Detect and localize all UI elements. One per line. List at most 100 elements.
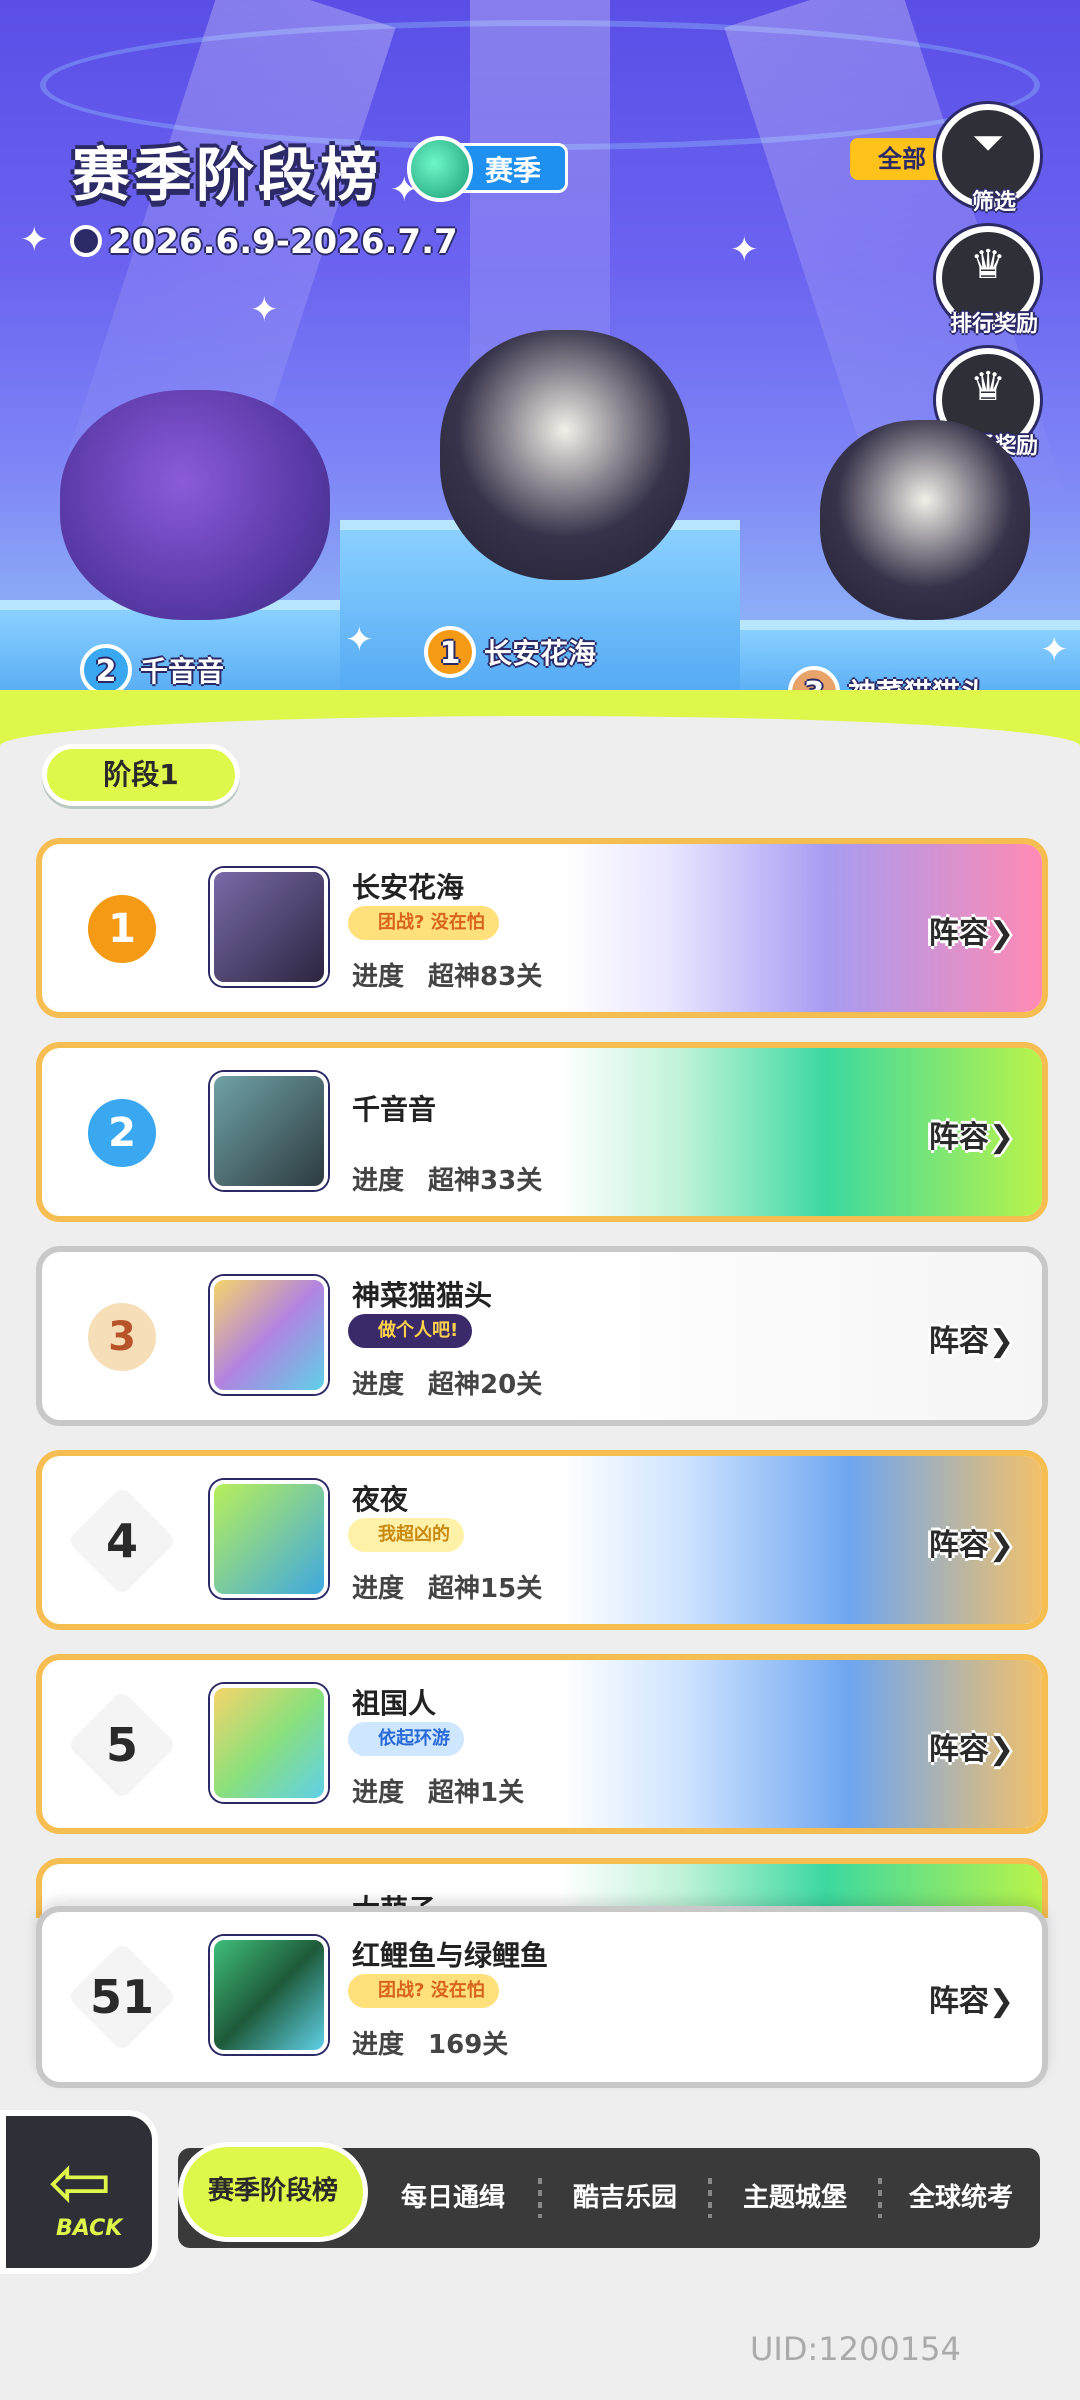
progress-label: 进度: [352, 1574, 405, 1604]
rank-reward-button[interactable]: ♛ 排行奖励: [936, 226, 1040, 337]
avatar: [210, 1276, 328, 1394]
podium-character-third[interactable]: [820, 420, 1030, 620]
clock-icon: [70, 225, 102, 257]
lineup-button[interactable]: 阵容❯: [929, 1976, 1014, 2020]
rank-badge: 4: [66, 1485, 178, 1597]
title-tag: 我超凶的: [348, 1518, 464, 1552]
rank-badge: 2: [72, 1088, 172, 1178]
bottom-tab-bar: 赛季阶段榜 每日通缉 酷吉乐园 主题城堡 全球统考: [178, 2142, 1040, 2248]
leaderboard-row[interactable]: 2 千音音 进度 超神33关 阵容❯: [36, 1042, 1048, 1222]
rank-2-medal: 2: [80, 644, 132, 696]
tab-kuji-park[interactable]: 酷吉乐园: [542, 2148, 708, 2248]
rank-number: 51: [89, 1970, 154, 2024]
progress: 进度 超神20关: [352, 1364, 542, 1401]
season-badge: 赛季: [407, 136, 569, 202]
season-badge-label: 赛季: [485, 154, 542, 187]
progress-label: 进度: [352, 1778, 405, 1808]
lineup-button[interactable]: 阵容❯: [929, 1520, 1014, 1564]
tab-theme-castle[interactable]: 主题城堡: [712, 2148, 878, 2248]
back-label: BACK: [56, 2216, 123, 2241]
season-orb-icon: [407, 136, 473, 202]
progress-value: 超神1关: [428, 1778, 525, 1808]
podium-character-first[interactable]: [440, 330, 690, 580]
stage-selector[interactable]: 阶段1: [42, 744, 240, 806]
chevron-right-icon: ❯: [988, 1984, 1014, 2019]
lineup-label: 阵容: [928, 1732, 989, 1767]
lineup-label: 阵容: [928, 1324, 989, 1359]
lineup-label: 阵容: [928, 1528, 989, 1563]
title-tag: 依起环游: [348, 1722, 464, 1756]
tab-season-stage-rank[interactable]: 赛季阶段榜: [178, 2142, 368, 2242]
self-rank-row[interactable]: 51 红鲤鱼与绿鲤鱼 团战? 没在怕 进度 169关 阵容❯: [36, 1906, 1048, 2088]
filter-button[interactable]: ⏷ 筛选: [936, 104, 1040, 215]
sparkle-icon: ✦: [730, 230, 759, 270]
rank-number: 1: [84, 891, 160, 967]
page-title: 赛季阶段榜: [72, 141, 383, 209]
leaderboard-row[interactable]: 3 神菜猫猫头 做个人吧! 进度 超神20关 阵容❯: [36, 1246, 1048, 1426]
leaderboard-row[interactable]: 1 长安花海 团战? 没在怕 进度 超神83关 阵容❯: [36, 838, 1048, 1018]
rank-number: 5: [105, 1718, 138, 1772]
title-tag: 做个人吧!: [348, 1314, 473, 1348]
title-tag: 团战? 没在怕: [348, 906, 499, 940]
tab-daily-wanted[interactable]: 每日通缉: [368, 2148, 538, 2248]
date-range-text: 2026.6.9-2026.7.7: [108, 222, 458, 262]
rank-badge: 3: [72, 1292, 172, 1382]
chevron-right-icon: ❯: [988, 916, 1014, 951]
lineup-label: 阵容: [928, 1120, 989, 1155]
podium-first-name: 长安花海: [484, 637, 597, 670]
lineup-button[interactable]: 阵容❯: [929, 1724, 1014, 1768]
podium-first: 1 长安花海: [424, 626, 596, 678]
lineup-label: 阵容: [928, 916, 989, 951]
leaderboard-row[interactable]: 5 祖国人 依起环游 进度 超神1关 阵容❯: [36, 1654, 1048, 1834]
lineup-button[interactable]: 阵容❯: [929, 1112, 1014, 1156]
chevron-right-icon: ❯: [988, 1732, 1014, 1767]
progress-value: 超神20关: [428, 1370, 543, 1400]
progress: 进度 169关: [352, 2024, 508, 2061]
progress-label: 进度: [352, 1166, 405, 1196]
back-arrow-icon: ⇦: [48, 2137, 112, 2226]
back-button[interactable]: ⇦ BACK: [0, 2110, 158, 2274]
progress: 进度 超神33关: [352, 1160, 542, 1197]
rank-number: 4: [105, 1514, 138, 1568]
progress-value: 超神83关: [428, 962, 543, 992]
progress-value: 169关: [428, 2030, 509, 2060]
filter-funnel-icon: ⏷: [972, 120, 1004, 166]
user-id: UID:1200154: [750, 2330, 961, 2368]
lineup-button[interactable]: 阵容❯: [929, 1316, 1014, 1360]
progress: 进度 超神83关: [352, 956, 542, 993]
player-name: 长安花海: [352, 871, 465, 904]
podium-second: 2 千音音: [80, 644, 224, 696]
sparkle-icon: ✦: [250, 290, 279, 330]
rank-1-medal: 1: [424, 626, 476, 678]
rank-number: 3: [84, 1299, 160, 1375]
chevron-right-icon: ❯: [988, 1528, 1014, 1563]
title-tag: 团战? 没在怕: [348, 1974, 499, 2008]
rank-number: 2: [84, 1095, 160, 1171]
lineup-label: 阵容: [928, 1984, 989, 2019]
player-name: 神菜猫猫头: [352, 1279, 493, 1312]
progress-label: 进度: [352, 2030, 405, 2060]
lineup-button[interactable]: 阵容❯: [929, 908, 1014, 952]
avatar: [210, 868, 328, 986]
sparkle-icon: ✦: [1040, 630, 1069, 670]
tab-global-exam[interactable]: 全球统考: [882, 2148, 1040, 2248]
chevron-right-icon: ❯: [988, 1120, 1014, 1155]
player-name: 红鲤鱼与绿鲤鱼: [352, 1939, 549, 1972]
avatar: [210, 1936, 328, 2054]
progress-value: 超神15关: [428, 1574, 543, 1604]
progress-label: 进度: [352, 1370, 405, 1400]
avatar: [210, 1684, 328, 1802]
player-name: 千音音: [352, 1093, 437, 1126]
avatar: [210, 1072, 328, 1190]
sparkle-icon: ✦: [345, 620, 374, 660]
progress-label: 进度: [352, 962, 405, 992]
player-name: 夜夜: [352, 1483, 409, 1516]
progress: 进度 超神1关: [352, 1772, 524, 1809]
progress-value: 超神33关: [428, 1166, 543, 1196]
rank-badge: 1: [72, 884, 172, 974]
leaderboard-row[interactable]: 4 夜夜 我超凶的 进度 超神15关 阵容❯: [36, 1450, 1048, 1630]
podium-second-name: 千音音: [140, 655, 225, 688]
podium-character-second[interactable]: [60, 390, 330, 620]
rank-reward-label: 排行奖励: [949, 312, 1038, 337]
player-name: 祖国人: [352, 1687, 437, 1720]
